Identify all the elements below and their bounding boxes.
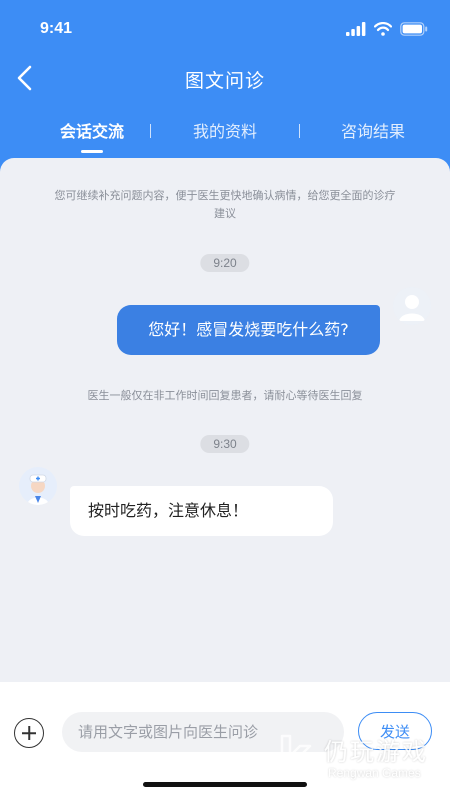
patient-avatar[interactable] [393,287,431,325]
tab-bar: 会话交流 我的资料 咨询结果 [0,118,450,158]
tab-label: 会话交流 [59,122,125,141]
page-title: 图文问诊 [184,70,265,92]
message-text: 您好！感冒发烧要吃什么药? [148,320,349,339]
patient-message-bubble[interactable]: 您好！感冒发烧要吃什么药? [117,305,380,355]
watermark-logo-icon [280,734,314,780]
chat-area[interactable]: 您可继续补充问题内容，便于医生更快地确认病情，给您更全面的诊疗建议 9:20 医… [0,158,450,682]
tab-active-indicator [80,150,103,153]
doctor-avatar-icon [19,467,57,505]
watermark-subtext: Rengwan Games [328,766,421,780]
doctor-avatar[interactable] [19,467,57,505]
tab-conversation[interactable]: 会话交流 [59,118,125,153]
tab-divider [299,124,300,138]
doctor-message-bubble[interactable]: 按时吃药，注意休息！ [70,486,333,536]
watermark-text: 仍玩游戏 [324,738,428,766]
home-indicator[interactable] [143,782,307,787]
message-time: 9:30 [200,435,250,453]
status-icons [346,22,428,36]
tab-label: 咨询结果 [340,122,406,141]
intro-notice: 您可继续补充问题内容，便于医生更快地确认病情，给您更全面的诊疗建议 [54,189,396,220]
status-time: 9:41 [40,20,73,37]
header-bar: 9:41 图文问诊 会话交流 我的资料 咨询结果 [0,0,450,175]
wifi-icon [374,22,392,36]
signal-icon [346,22,366,36]
message-time: 9:20 [200,254,250,272]
battery-icon [400,22,428,36]
status-bar: 9:41 [0,0,450,60]
message-text: 按时吃药，注意休息！ [88,501,249,520]
tab-divider [150,124,151,138]
reply-notice: 医生一般仅在非工作时间回复患者，请耐心等待医生回复 [87,389,363,402]
plus-circle-icon[interactable] [14,718,44,748]
tab-consult-result[interactable]: 咨询结果 [341,118,405,142]
user-avatar-icon [393,287,431,325]
watermark: 仍玩游戏 Rengwan Games [276,728,446,790]
tab-my-profile[interactable]: 我的资料 [193,118,257,142]
tab-label: 我的资料 [192,122,258,141]
